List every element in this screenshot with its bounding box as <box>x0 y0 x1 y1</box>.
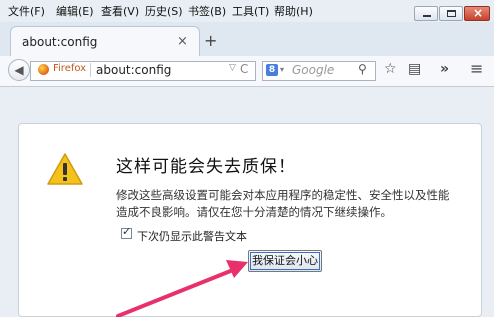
accept-risk-button[interactable]: 我保证会小心 <box>248 250 322 272</box>
menu-file[interactable]: 文件(F) <box>8 3 45 19</box>
site-identity-label[interactable]: Firefox <box>53 63 86 74</box>
warning-title: 这样可能会失去质保！ <box>116 157 296 177</box>
menu-bookmarks[interactable]: 书签(B) <box>188 3 226 19</box>
search-engine-icon[interactable]: 8 <box>266 64 278 76</box>
back-button[interactable]: ◀ <box>8 59 30 81</box>
close-window-button[interactable]: × <box>464 6 490 21</box>
search-go-icon[interactable]: ⚲ <box>358 62 367 76</box>
warning-message: 修改这些高级设置可能会对本应用程序的稳定性、安全性以及性能造成不良影响。请仅在您… <box>116 188 450 219</box>
url-text[interactable]: about:config <box>96 63 171 77</box>
menu-edit[interactable]: 编辑(E) <box>56 3 94 19</box>
warning-triangle-icon <box>47 153 83 185</box>
maximize-button[interactable] <box>439 6 463 21</box>
checkmark-icon: ✓ <box>122 225 132 238</box>
search-input[interactable]: Google <box>292 63 334 77</box>
new-tab-button[interactable]: + <box>204 31 217 50</box>
search-engine-dropdown-icon[interactable]: ▾ <box>280 65 284 74</box>
tab-close-icon[interactable]: × <box>177 34 188 49</box>
tab-title: about:config <box>22 35 98 49</box>
minimize-icon <box>423 15 431 17</box>
library-icon[interactable]: ▤ <box>408 61 421 77</box>
overflow-chevron-icon[interactable]: » <box>440 61 449 77</box>
url-history-dropdown-icon[interactable]: ▽ <box>229 63 236 73</box>
menu-history[interactable]: 历史(S) <box>145 3 183 19</box>
firefox-icon <box>38 64 49 75</box>
reload-icon[interactable]: C <box>240 62 248 76</box>
minimize-button[interactable] <box>414 6 438 21</box>
back-arrow-icon: ◀ <box>14 63 24 77</box>
url-separator <box>90 63 91 77</box>
maximize-icon <box>447 10 456 17</box>
menu-help[interactable]: 帮助(H) <box>274 3 313 19</box>
menu-tools[interactable]: 工具(T) <box>232 3 269 19</box>
hamburger-menu-icon[interactable]: ≡ <box>470 59 483 78</box>
menu-view[interactable]: 查看(V) <box>101 3 139 19</box>
show-warning-checkbox-label[interactable]: 下次仍显示此警告文本 <box>137 228 247 244</box>
bookmark-star-icon[interactable]: ☆ <box>384 61 397 77</box>
close-icon: × <box>472 6 484 20</box>
